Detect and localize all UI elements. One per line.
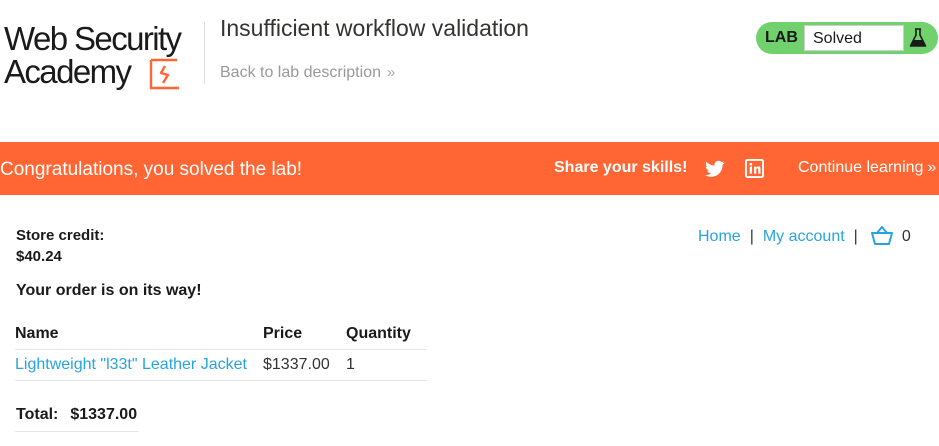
product-quantity-cell: 1 [346,349,427,381]
column-header-price: Price [263,318,346,350]
my-account-link[interactable]: My account [763,228,845,245]
total-divider [15,431,139,432]
back-to-lab-description-link[interactable]: Back to lab description » [220,64,395,82]
double-chevron-right-icon: » [386,64,396,81]
account-navigation: Home | My account | 0 [698,226,911,248]
total-amount: $1337.00 [70,406,138,423]
lab-status-widget: LAB Solved [756,22,938,54]
congratulations-message: Congratulations, you solved the lab! [0,159,303,180]
share-your-skills-label: Share your skills! [554,159,688,176]
lab-status-label: LAB [765,29,798,46]
table-header-row: Name Price Quantity [15,318,427,350]
lab-status-value: Solved [813,30,862,47]
back-link-label: Back to lab description [220,64,381,81]
flask-icon [909,28,927,47]
column-header-name: Name [15,318,263,350]
product-price-cell: $1337.00 [263,349,346,381]
order-confirmation-message: Your order is on its way! [16,282,202,299]
total-label: Total: [16,406,59,423]
twitter-icon[interactable] [705,160,725,178]
nav-separator: | [853,228,858,245]
order-table: Name Price Quantity Lightweight "l33t" L… [15,318,427,381]
logo-line-2: Academy [4,53,132,90]
header-divider [204,22,205,84]
lab-title: Insufficient workflow validation [220,15,529,41]
store-credit-value: $40.24 [16,248,62,265]
page: Web Security Academy Insufficient workfl… [0,0,939,446]
continue-learning-link[interactable]: Continue learning» [798,159,936,177]
linkedin-icon[interactable] [745,159,764,178]
product-link[interactable]: Lightweight "l33t" Leather Jacket [15,356,247,373]
double-chevron-right-icon: » [927,159,937,176]
column-header-quantity: Quantity [346,318,427,350]
store-credit-label: Store credit: [16,227,105,244]
cart-item-count: 0 [901,228,911,245]
product-name-cell: Lightweight "l33t" Leather Jacket [15,349,263,381]
nav-separator: | [749,228,754,245]
logo-line-1: Web Security [4,20,182,57]
lab-solved-banner: Congratulations, you solved the lab! Sha… [0,142,939,195]
shopping-cart-icon[interactable] [870,226,893,246]
order-total: Total: $1337.00 [16,406,137,424]
lab-status-field: Solved [804,25,904,51]
logo-bracket-icon [149,58,179,90]
continue-learning-label: Continue learning [798,159,924,176]
home-link[interactable]: Home [698,228,741,245]
web-security-academy-logo[interactable]: Web Security Academy [2,20,202,94]
table-row: Lightweight "l33t" Leather Jacket $1337.… [15,349,427,381]
